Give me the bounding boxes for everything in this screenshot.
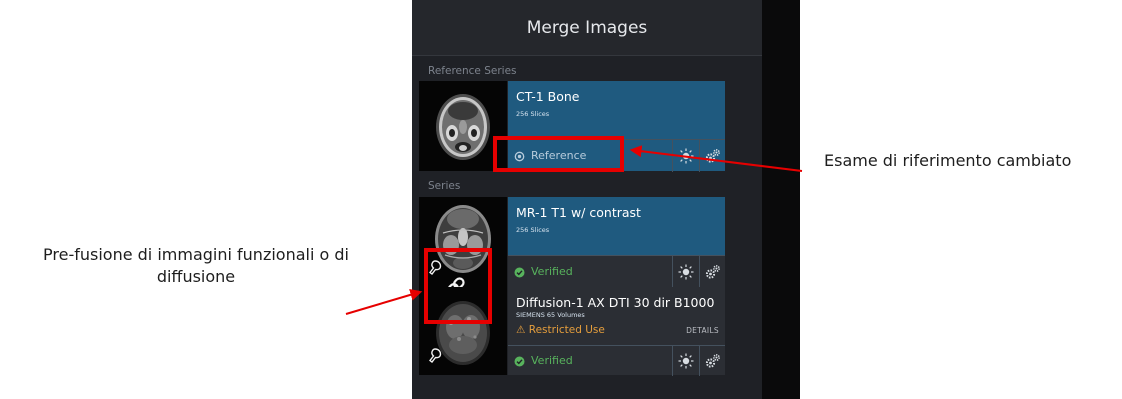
restricted-use-warning: ⚠ Restricted Use: [516, 324, 605, 336]
diffusion-status-label: Verified: [531, 354, 573, 367]
arrow-link: [345, 288, 423, 315]
mr-status[interactable]: Verified: [514, 256, 573, 288]
series-name: Diffusion-1 AX DTI 30 dir B1000: [516, 295, 715, 310]
series-name: CT-1 Bone: [516, 89, 580, 104]
restricted-use-label: Restricted Use: [528, 324, 605, 336]
mr-info[interactable]: MR-1 T1 w/ contrast 256 Slices Verified: [508, 197, 725, 288]
highlight-link-icon: [424, 248, 492, 324]
diffusion-status[interactable]: Verified: [514, 346, 573, 376]
mr-status-label: Verified: [531, 265, 573, 278]
section-label-reference: Reference Series: [428, 65, 517, 77]
section-label-series: Series: [428, 180, 461, 192]
gear-icon: [705, 354, 720, 368]
callout-prefusion: Pre-fusione di immagini funzionali o di …: [43, 245, 349, 286]
sun-icon: [678, 353, 694, 369]
gear-icon: [705, 265, 720, 279]
diffusion-footer: Verified: [508, 345, 725, 376]
diffusion-info[interactable]: Diffusion-1 AX DTI 30 dir B1000 SIEMENS …: [508, 287, 725, 376]
brightness-button[interactable]: [672, 256, 699, 288]
brightness-button[interactable]: [672, 346, 699, 376]
check-circle-icon: [514, 356, 525, 366]
probe-icon: [429, 348, 442, 363]
callout-reference-changed: Esame di riferimento cambiato: [824, 151, 1072, 170]
panel-title: Merge Images: [412, 0, 762, 56]
side-black-strip: [762, 0, 800, 399]
series-volumes: SIEMENS 65 Volumes: [516, 311, 585, 319]
series-name: MR-1 T1 w/ contrast: [516, 205, 641, 220]
settings-button[interactable]: [699, 140, 725, 172]
warning-icon: ⚠: [516, 324, 526, 336]
highlight-reference-status: [493, 136, 624, 172]
sun-icon: [678, 148, 694, 164]
settings-button[interactable]: [699, 346, 725, 376]
merge-images-panel: Merge Images Reference Series CT-1 Bone …: [412, 0, 762, 399]
settings-button[interactable]: [699, 256, 725, 288]
mr-footer: Verified: [508, 255, 725, 288]
gear-icon: [705, 149, 720, 163]
series-slices: 256 Slices: [516, 110, 550, 118]
check-circle-icon: [514, 267, 525, 277]
series-slices: 256 Slices: [516, 226, 550, 234]
sun-icon: [678, 264, 694, 280]
details-link[interactable]: DETAILS: [686, 326, 719, 335]
brightness-button[interactable]: [672, 140, 699, 172]
